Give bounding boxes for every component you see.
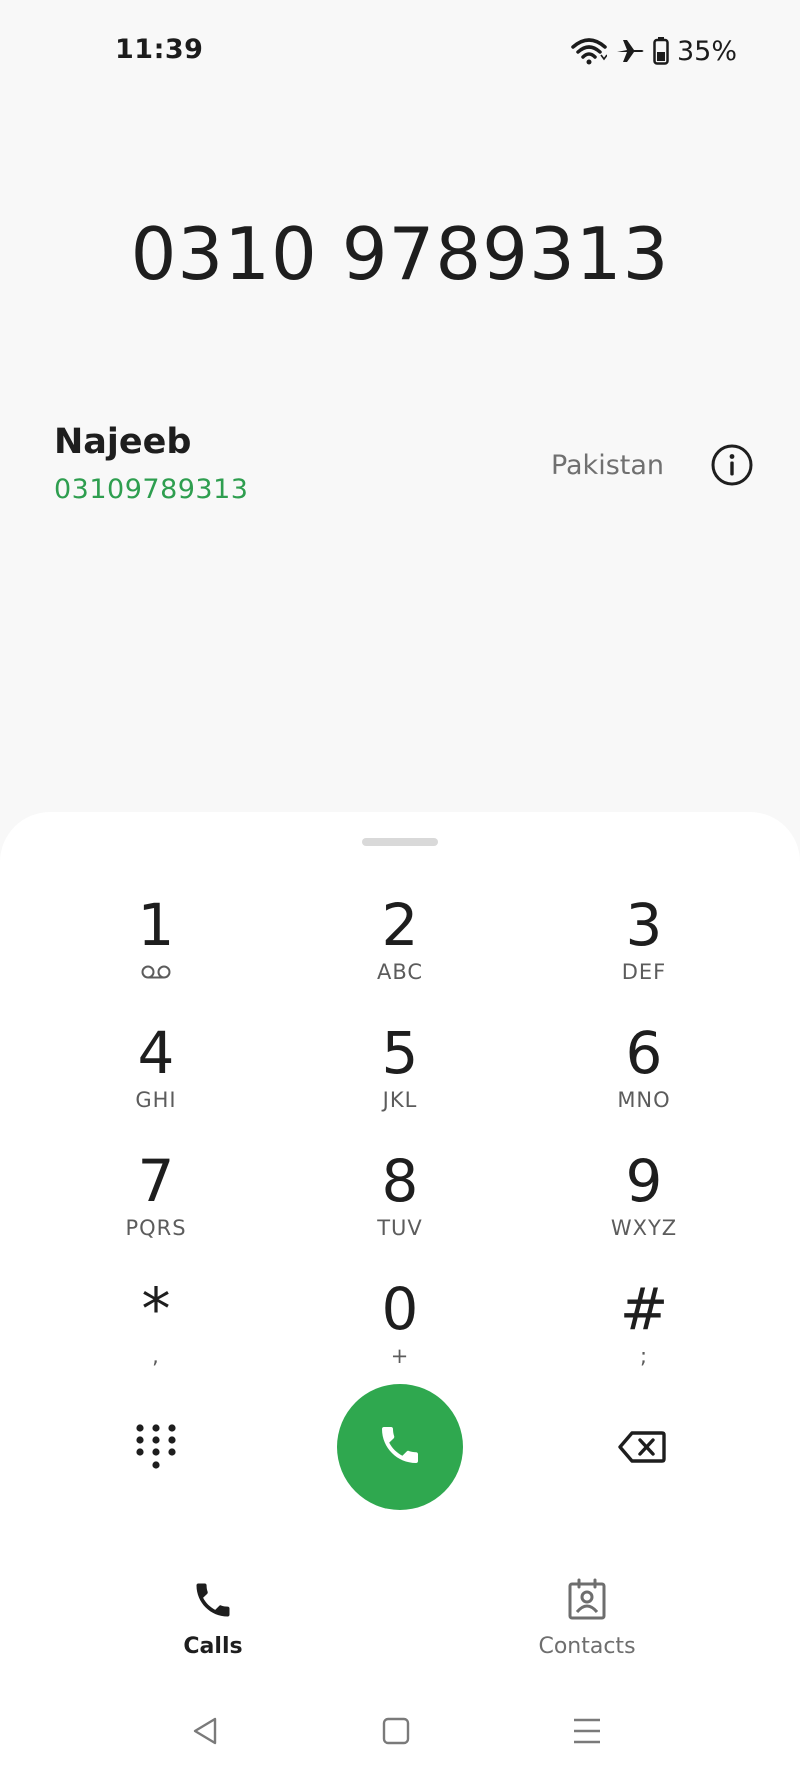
key-4[interactable]: 4 GHI [56, 1020, 256, 1140]
key-2[interactable]: 2 ABC [300, 892, 500, 1012]
key-3[interactable]: 3 DEF [544, 892, 744, 1012]
tab-contacts[interactable]: Contacts [507, 1578, 667, 1659]
key-1[interactable]: 1 [56, 892, 256, 1012]
keypad: 1 2 ABC 3 DEF 4 GHI 5 JKL 6 MNO 7 PQRS 8… [0, 892, 800, 1412]
key-letters: PQRS [125, 1216, 187, 1240]
key-digit: 8 [381, 1147, 419, 1215]
key-digit: 9 [625, 1147, 663, 1215]
tab-contacts-label: Contacts [538, 1634, 636, 1659]
status-bar: 11:39 35% [0, 0, 800, 104]
dialed-number[interactable]: 0310 9789313 [0, 212, 800, 296]
info-icon [710, 444, 754, 491]
dialpad-toggle-button[interactable] [132, 1422, 180, 1472]
key-digit: 1 [137, 891, 175, 959]
bottom-tab-bar: Calls Contacts [0, 1578, 800, 1668]
key-letters: , [152, 1344, 160, 1368]
status-time: 11:39 [115, 34, 204, 65]
key-letters: MNO [617, 1088, 671, 1112]
key-letters: + [390, 1344, 410, 1368]
key-letters: DEF [621, 960, 667, 984]
system-nav-bar [0, 1702, 800, 1762]
battery-icon [653, 37, 669, 65]
dialpad-sheet: 1 2 ABC 3 DEF 4 GHI 5 JKL 6 MNO 7 PQRS 8… [0, 812, 800, 1777]
key-letters: WXYZ [610, 1216, 678, 1240]
phone-tab-icon [191, 1578, 235, 1626]
tab-calls[interactable]: Calls [133, 1578, 293, 1659]
status-icons: 35% [571, 34, 737, 68]
key-hash[interactable]: # ; [544, 1276, 744, 1396]
airplane-icon [615, 36, 645, 66]
key-digit: 0 [381, 1275, 419, 1343]
menu-lines-icon [572, 1718, 602, 1750]
call-button[interactable] [337, 1384, 463, 1510]
contact-name: Najeeb [54, 422, 192, 462]
key-digit: 2 [381, 891, 419, 959]
key-9[interactable]: 9 WXYZ [544, 1148, 744, 1268]
tab-calls-label: Calls [183, 1634, 243, 1659]
nav-back-button[interactable] [190, 1716, 220, 1750]
key-digit: 6 [625, 1019, 663, 1087]
key-digit: 3 [625, 891, 663, 959]
contact-country: Pakistan [550, 450, 664, 481]
key-letters: ; [639, 1344, 649, 1368]
wifi-icon [571, 37, 607, 65]
sheet-drag-handle[interactable] [362, 838, 438, 846]
voicemail-icon [140, 964, 172, 984]
key-letters: ABC [376, 960, 424, 984]
nav-menu-button[interactable] [572, 1716, 602, 1750]
dialer-action-row [0, 1384, 800, 1510]
nav-home-button[interactable] [382, 1716, 410, 1750]
key-digit: # [619, 1275, 669, 1343]
contact-suggestion[interactable]: Najeeb 03109789313 Pakistan [54, 422, 754, 512]
contacts-icon [565, 1578, 609, 1626]
dialpad-grid-icon [132, 1424, 180, 1476]
key-5[interactable]: 5 JKL [300, 1020, 500, 1140]
back-triangle-icon [190, 1717, 220, 1750]
key-digit: 7 [137, 1147, 175, 1215]
info-button[interactable] [710, 443, 754, 487]
key-letters: TUV [377, 1216, 423, 1240]
contact-number: 03109789313 [54, 474, 249, 505]
key-digit: 4 [137, 1019, 175, 1087]
key-digit: * [141, 1275, 171, 1343]
home-square-icon [382, 1717, 410, 1750]
key-8[interactable]: 8 TUV [300, 1148, 500, 1268]
backspace-button[interactable] [618, 1430, 666, 1464]
key-6[interactable]: 6 MNO [544, 1020, 744, 1140]
key-letters: JKL [382, 1088, 418, 1112]
phone-icon [376, 1421, 424, 1473]
key-letters: GHI [135, 1088, 177, 1112]
key-star[interactable]: * , [56, 1276, 256, 1396]
key-digit: 5 [381, 1019, 419, 1087]
key-0[interactable]: 0 + [300, 1276, 500, 1396]
key-7[interactable]: 7 PQRS [56, 1148, 256, 1268]
battery-percent: 35% [676, 35, 737, 67]
backspace-icon [618, 1431, 666, 1468]
